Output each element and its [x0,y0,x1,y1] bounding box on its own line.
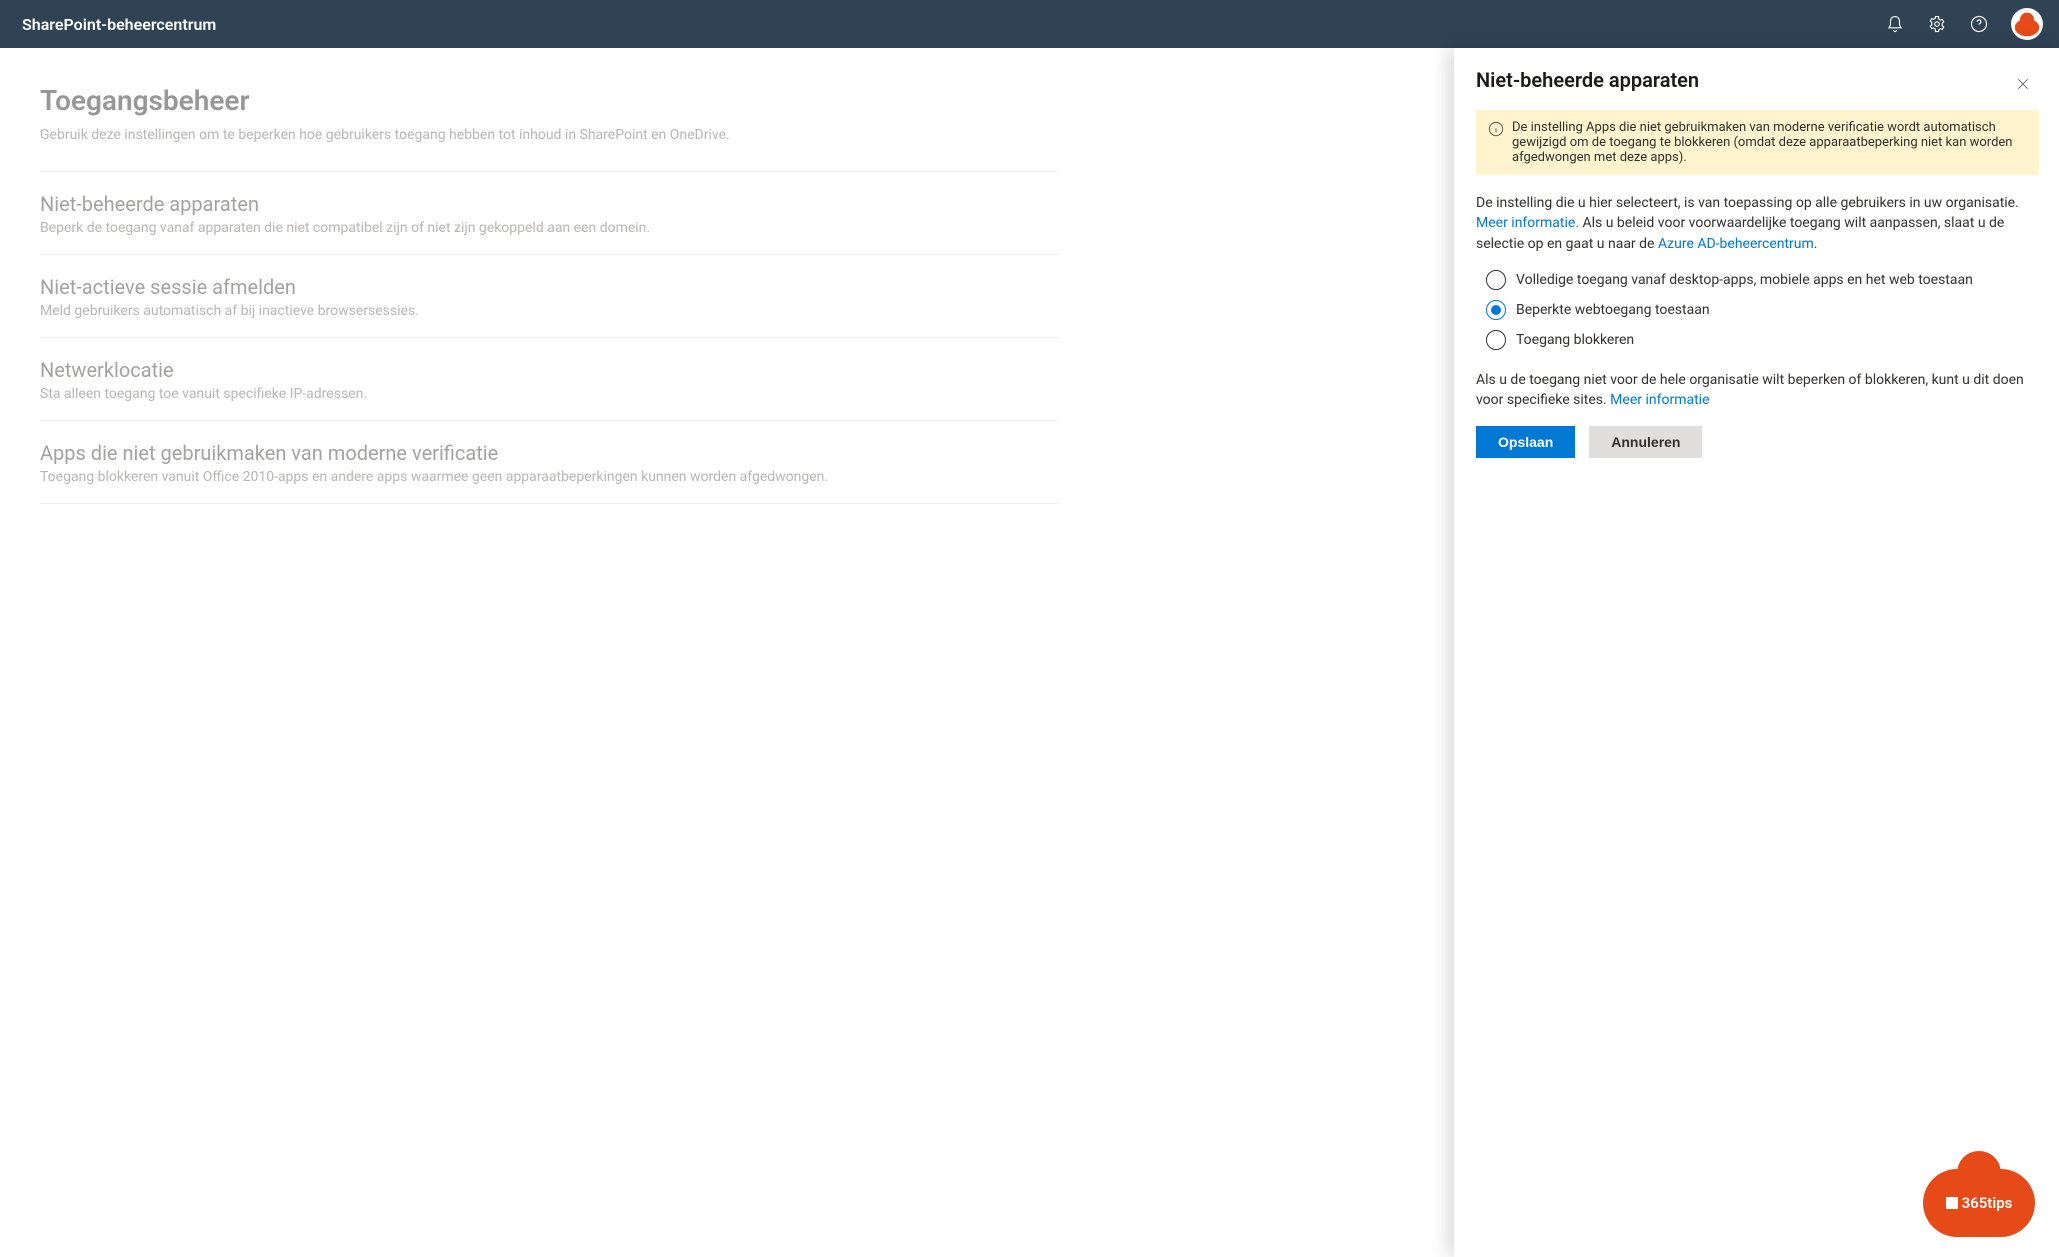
top-bar: SharePoint-beheercentrum [0,0,2059,48]
azure-ad-link[interactable]: Azure AD-beheercentrum [1658,236,1814,252]
more-info-link[interactable]: Meer informatie. [1476,215,1579,231]
item-desc: Meld gebruikers automatisch af bij inact… [40,303,1060,319]
access-item-idle-session[interactable]: Niet-actieve sessie afmelden Meld gebrui… [40,254,1060,337]
panel-note: Als u de toegang niet voor de hele organ… [1476,370,2039,411]
topbar-actions [1885,8,2043,40]
page-title: Toegangsbeheer [40,84,1060,117]
warning-message-bar: De instelling Apps die niet gebruikmaken… [1476,110,2039,175]
access-item-legacy-auth-apps[interactable]: Apps die niet gebruikmaken van moderne v… [40,420,1060,504]
intro-text: . [1814,236,1818,252]
radio-option-block[interactable]: Toegang blokkeren [1486,330,2039,350]
item-desc: Toegang blokkeren vanuit Office 2010-app… [40,469,1060,485]
radio-label: Toegang blokkeren [1516,332,1634,348]
office-icon [1946,1197,1958,1209]
close-panel-button[interactable] [2007,68,2039,100]
item-desc: Sta alleen toegang toe vanuit specifieke… [40,386,1060,402]
access-item-network-location[interactable]: Netwerklocatie Sta alleen toegang toe va… [40,337,1060,420]
radio-indicator [1486,300,1506,320]
panel-title: Niet-beheerde apparaten [1476,68,1699,92]
save-button[interactable]: Opslaan [1476,426,1575,458]
notifications-icon[interactable] [1885,14,1905,34]
main-content: Toegangsbeheer Gebruik deze instellingen… [0,48,1100,528]
radio-indicator [1486,270,1506,290]
panel-buttons: Opslaan Annuleren [1476,426,2039,458]
warning-text: De instelling Apps die niet gebruikmaken… [1512,120,2027,165]
app-title: SharePoint-beheercentrum [22,15,216,34]
page-body: Toegangsbeheer Gebruik deze instellingen… [0,48,2059,1257]
intro-text: De instelling die u hier selecteert, is … [1476,195,2019,211]
radio-indicator [1486,330,1506,350]
access-policy-radio-group: Volledige toegang vanaf desktop-apps, mo… [1486,270,2039,350]
watermark-label: 365tips [1962,1194,2013,1212]
item-desc: Beperk de toegang vanaf apparaten die ni… [40,220,1060,236]
item-title: Netwerklocatie [40,358,1060,382]
watermark-365tips: 365tips [1923,1169,2035,1237]
side-panel-unmanaged-devices: Niet-beheerde apparaten De instelling Ap… [1454,48,2059,1257]
help-icon[interactable] [1969,14,1989,34]
account-avatar[interactable] [2011,8,2043,40]
radio-option-full-access[interactable]: Volledige toegang vanaf desktop-apps, mo… [1486,270,2039,290]
access-item-unmanaged-devices[interactable]: Niet-beheerde apparaten Beperk de toegan… [40,171,1060,254]
radio-option-limited-web[interactable]: Beperkte webtoegang toestaan [1486,300,2039,320]
radio-label: Volledige toegang vanaf desktop-apps, mo… [1516,272,1973,288]
more-info-sites-link[interactable]: Meer informatie [1610,392,1709,408]
panel-intro: De instelling die u hier selecteert, is … [1476,193,2039,254]
settings-gear-icon[interactable] [1927,14,1947,34]
note-text: Als u de toegang niet voor de hele organ… [1476,372,2024,408]
item-title: Niet-beheerde apparaten [40,192,1060,216]
cancel-button[interactable]: Annuleren [1589,426,1702,458]
page-description: Gebruik deze instellingen om te beperken… [40,127,1060,143]
radio-label: Beperkte webtoegang toestaan [1516,302,1710,318]
info-icon [1488,121,1504,165]
item-title: Niet-actieve sessie afmelden [40,275,1060,299]
item-title: Apps die niet gebruikmaken van moderne v… [40,441,1060,465]
